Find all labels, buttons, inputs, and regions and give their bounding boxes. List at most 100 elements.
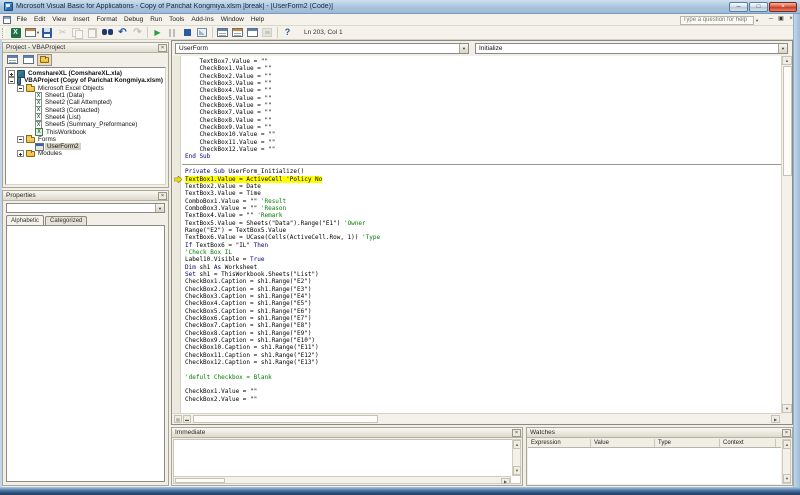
run-button[interactable]: [150, 26, 165, 39]
code-editor[interactable]: TextBox7.Value = "" CheckBox1.Value = ""…: [173, 56, 781, 413]
immediate-close-icon[interactable]: ×: [512, 429, 521, 437]
chevron-down-icon[interactable]: ▼: [778, 44, 787, 53]
code-line[interactable]: CheckBox11.Value = "": [173, 139, 781, 146]
collapse-icon[interactable]: [17, 136, 24, 143]
menu-view[interactable]: View: [49, 14, 70, 26]
code-vertical-scrollbar[interactable]: ▲ ▼: [781, 56, 791, 413]
collapse-icon[interactable]: [8, 77, 15, 84]
watches-list[interactable]: [528, 448, 781, 484]
watches-caption[interactable]: Watches ×: [527, 428, 792, 438]
expand-icon[interactable]: [8, 70, 15, 77]
menu-help[interactable]: Help: [247, 14, 267, 26]
code-line[interactable]: Private Sub UserForm_Initialize(): [173, 168, 781, 175]
procedure-view-button[interactable]: ▬: [183, 415, 191, 423]
minimize-button[interactable]: ─: [729, 2, 748, 12]
menu-insert[interactable]: Insert: [70, 14, 93, 26]
code-line[interactable]: CheckBox12.Caption = sh1.Range("E13"): [173, 359, 781, 366]
scroll-up-icon[interactable]: ▲: [782, 56, 792, 65]
code-line[interactable]: TextBox5.Value = Sheets("Data").Range("E…: [173, 220, 781, 227]
immediate-caption[interactable]: Immediate ×: [172, 428, 522, 438]
tree-item-sheet4-list[interactable]: XSheet4 (List): [6, 114, 165, 121]
tree-item-sheet2-call-attempted[interactable]: XSheet2 (Call Attempted): [6, 99, 165, 106]
tree-item-modules[interactable]: Modules: [6, 150, 165, 157]
mdi-restore-button[interactable]: ▣: [776, 16, 786, 24]
code-line[interactable]: 'Check Box IL: [173, 249, 781, 256]
code-line[interactable]: CheckBox1.Value = "": [173, 388, 781, 395]
code-line[interactable]: CheckBox2.Value = "": [173, 73, 781, 80]
code-line[interactable]: CheckBox8.Value = "": [173, 117, 781, 124]
properties-window-button[interactable]: [230, 26, 245, 39]
code-line[interactable]: CheckBox3.Caption = sh1.Range("E4"): [173, 293, 781, 300]
code-line[interactable]: TextBox3.Value = Time: [173, 190, 781, 197]
tree-item-sheet1-data[interactable]: XSheet1 (Data): [6, 92, 165, 99]
scrollbar-thumb[interactable]: [193, 415, 378, 423]
tree-item-microsoft-excel-objects[interactable]: Microsoft Excel Objects: [6, 85, 165, 92]
code-line[interactable]: Range("E2") = TextBox5.Value: [173, 227, 781, 234]
scroll-down-icon[interactable]: ▼: [782, 404, 792, 413]
menu-run[interactable]: Run: [147, 14, 166, 26]
menu-format[interactable]: Format: [93, 14, 121, 26]
code-line[interactable]: TextBox4.Value = "" 'Remark: [173, 212, 781, 219]
code-line[interactable]: CheckBox9.Caption = sh1.Range("E10"): [173, 337, 781, 344]
menu-addins[interactable]: Add-Ins: [188, 14, 217, 26]
help-dropdown-icon[interactable]: ▼: [755, 18, 759, 23]
project-panel-caption[interactable]: Project - VBAProject ×: [3, 43, 168, 53]
code-line[interactable]: CheckBox2.Value = "": [173, 396, 781, 403]
code-line[interactable]: CheckBox7.Caption = sh1.Range("E8"): [173, 322, 781, 329]
help-search-input[interactable]: [680, 16, 754, 25]
watches-vertical-scrollbar[interactable]: ▲ ▼: [782, 439, 791, 484]
immediate-horizontal-scrollbar[interactable]: ▶: [173, 476, 511, 484]
code-line[interactable]: TextBox6.Value = UCase(Cells(ActiveCell.…: [173, 234, 781, 241]
menu-edit[interactable]: Edit: [30, 14, 48, 26]
design-mode-button[interactable]: [195, 26, 210, 39]
watches-close-icon[interactable]: ×: [782, 429, 791, 437]
watches-column-expression[interactable]: Expression: [528, 439, 591, 447]
scroll-up-icon[interactable]: ▲: [513, 440, 521, 449]
code-line[interactable]: 'defult Checkbox = Blank: [173, 374, 781, 381]
toolbar-grip[interactable]: [2, 28, 5, 38]
scrollbar-thumb[interactable]: [783, 66, 792, 176]
procedure-dropdown[interactable]: Initialize ▼: [475, 43, 788, 54]
insert-userform-button[interactable]: [23, 26, 38, 39]
code-line[interactable]: CheckBox3.Value = "": [173, 80, 781, 87]
chevron-down-icon[interactable]: ▼: [155, 204, 164, 212]
code-line[interactable]: Label10.Visible = True: [173, 256, 781, 263]
scroll-right-icon[interactable]: ▶: [771, 415, 780, 423]
code-horizontal-scrollbar[interactable]: ▤ ▬ ▶: [173, 413, 781, 423]
properties-list[interactable]: [6, 225, 165, 482]
menu-file[interactable]: File: [13, 14, 30, 26]
code-line[interactable]: CheckBox5.Caption = sh1.Range("E6"): [173, 308, 781, 315]
code-line[interactable]: CheckBox12.Value = "": [173, 146, 781, 153]
view-microsoft-excel-button[interactable]: X: [8, 26, 23, 39]
menu-debug[interactable]: Debug: [121, 14, 147, 26]
code-line[interactable]: ComboBox1.Value = "" 'Result: [173, 198, 781, 205]
code-line[interactable]: TextBox7.Value = "": [173, 58, 781, 65]
tree-item-comsharexl-comsharexl-xla[interactable]: ComshareXL (ComshareXL.xla): [6, 70, 165, 77]
code-line[interactable]: End Sub: [173, 153, 781, 160]
tab-alphabetic[interactable]: Alphabetic: [6, 215, 44, 225]
code-window-icon[interactable]: [3, 16, 11, 24]
properties-panel-close-icon[interactable]: ×: [158, 192, 167, 200]
code-line[interactable]: CheckBox1.Caption = sh1.Range("E2"): [173, 278, 781, 285]
find-button[interactable]: [100, 26, 115, 39]
code-line[interactable]: ComboBox3.Value = "" 'Reason: [173, 205, 781, 212]
code-line[interactable]: CheckBox10.Value = "": [173, 131, 781, 138]
code-line[interactable]: CheckBox9.Value = "": [173, 124, 781, 131]
view-object-button[interactable]: [21, 54, 36, 66]
code-line[interactable]: Dim sh1 As Worksheet: [173, 264, 781, 271]
properties-panel-caption[interactable]: Properties ×: [3, 191, 168, 201]
code-line[interactable]: CheckBox4.Value = "": [173, 87, 781, 94]
project-panel-close-icon[interactable]: ×: [158, 44, 167, 52]
watches-column-context[interactable]: Context: [720, 439, 776, 447]
immediate-vertical-scrollbar[interactable]: ▲ ▼: [512, 439, 521, 476]
tree-item-sheet3-contacted[interactable]: XSheet3 (Contacted): [6, 106, 165, 113]
scroll-down-icon[interactable]: ▼: [783, 474, 791, 483]
toggle-folders-button[interactable]: [37, 54, 52, 66]
code-line[interactable]: CheckBox10.Caption = sh1.Range("E11"): [173, 344, 781, 351]
properties-object-dropdown[interactable]: ▼: [6, 203, 165, 213]
code-line[interactable]: TextBox2.Value = Date: [173, 183, 781, 190]
project-explorer-button[interactable]: [215, 26, 230, 39]
code-line[interactable]: CheckBox6.Value = "": [173, 102, 781, 109]
help-button[interactable]: [280, 26, 295, 39]
menu-window[interactable]: Window: [217, 14, 247, 26]
